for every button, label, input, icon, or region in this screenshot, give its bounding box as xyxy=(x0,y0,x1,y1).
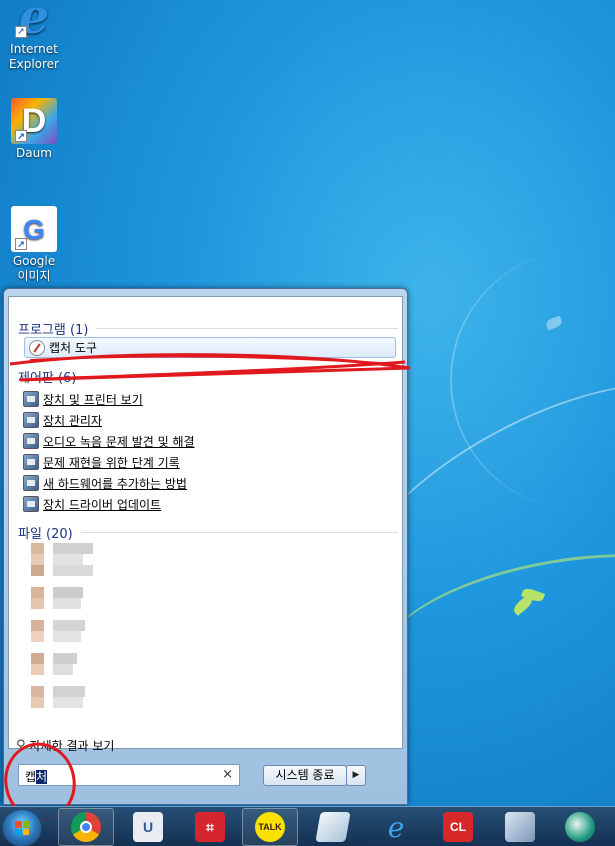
internet-explorer-icon: e ↗ xyxy=(11,0,57,41)
taskbar-control-panel[interactable] xyxy=(492,808,548,846)
daum-icon: D ↗ xyxy=(11,98,57,144)
result-label: 새 하드웨어를 추가하는 방법 xyxy=(43,476,187,491)
files-group-header[interactable]: 파일 (20) xyxy=(18,523,398,542)
desktop-icon-internet-explorer[interactable]: e ↗ Internet Explorer xyxy=(4,0,64,72)
result-label: 장치 관리자 xyxy=(43,413,103,428)
taskbar-kakaotalk[interactable]: TALK xyxy=(242,808,298,846)
chrome-icon xyxy=(71,812,101,842)
result-label: 문제 재현을 위한 단계 기록 xyxy=(43,455,180,470)
internet-explorer-icon: e xyxy=(387,810,405,844)
driver-update-icon xyxy=(23,496,39,512)
kakaotalk-icon: TALK xyxy=(255,812,285,842)
desktop-icon-label: Daum xyxy=(16,146,52,160)
result-audio-troubleshoot[interactable]: 오디오 녹음 문제 발견 및 해결 xyxy=(23,431,195,451)
control-panel-group-header[interactable]: 제어판 (6) xyxy=(18,367,138,386)
control-panel-header-label: 제어판 (6) xyxy=(18,371,77,386)
result-label: 장치 및 프린터 보기 xyxy=(43,392,143,407)
snipping-tool-icon xyxy=(29,339,45,356)
taskbar-capture-pro[interactable]: ⌗ xyxy=(182,808,238,846)
file-results-redacted xyxy=(31,543,101,728)
clear-search-icon[interactable]: × xyxy=(222,767,233,782)
files-header-label: 파일 (20) xyxy=(18,527,73,542)
desktop-icon-daum[interactable]: D ↗ Daum xyxy=(4,98,64,161)
result-snipping-tool[interactable]: 캡처 도구 xyxy=(24,337,396,358)
taskbar: U ⌗ TALK e CL xyxy=(0,806,615,846)
programs-header-label: 프로그램 (1) xyxy=(18,323,89,338)
browser-app-icon xyxy=(565,812,595,842)
result-label: 오디오 녹음 문제 발견 및 해결 xyxy=(43,434,195,449)
result-add-hardware[interactable]: 새 하드웨어를 추가하는 방법 xyxy=(23,473,187,493)
start-menu: 프로그램 (1) 캡처 도구 제어판 (6) 장치 및 프린터 보기 장치 관리… xyxy=(3,288,408,805)
taskbar-chrome[interactable] xyxy=(58,808,114,846)
taskbar-internet-explorer[interactable]: e xyxy=(368,808,424,846)
desktop-icon-label: Google xyxy=(12,254,56,268)
result-device-manager[interactable]: 장치 관리자 xyxy=(23,410,102,430)
clean-icon: CL xyxy=(443,812,473,842)
taskbar-notepad[interactable] xyxy=(305,808,361,846)
control-panel-icon xyxy=(505,812,535,842)
result-steps-recorder[interactable]: 문제 재현을 위한 단계 기록 xyxy=(23,452,180,472)
troubleshoot-icon xyxy=(23,433,39,449)
start-button[interactable] xyxy=(2,809,42,846)
start-search-input[interactable]: 캡처 × xyxy=(18,764,240,786)
capture-pro-icon: ⌗ xyxy=(195,812,225,842)
steps-recorder-icon xyxy=(23,454,39,470)
shutdown-button[interactable]: 시스템 종료 xyxy=(263,765,347,786)
taskbar-clean[interactable]: CL xyxy=(430,808,486,846)
search-text: 캡 xyxy=(25,770,37,784)
device-manager-icon xyxy=(23,412,39,428)
desktop-icon-label: Explorer xyxy=(9,57,59,71)
shortcut-arrow-icon: ↗ xyxy=(15,130,27,142)
search-results-panel: 프로그램 (1) 캡처 도구 제어판 (6) 장치 및 프린터 보기 장치 관리… xyxy=(8,296,403,753)
start-menu-bottom-bar: 캡처 × 시스템 종료 ▶ xyxy=(4,751,407,805)
programs-group-header[interactable]: 프로그램 (1) xyxy=(18,319,398,338)
taskbar-browser-app[interactable] xyxy=(552,808,608,846)
result-label: 장치 드라이버 업데이트 xyxy=(43,497,162,512)
shortcut-arrow-icon: ↗ xyxy=(15,238,27,250)
notepad-icon xyxy=(315,812,351,842)
windows-logo-icon xyxy=(15,821,29,835)
shortcut-arrow-icon: ↗ xyxy=(15,26,27,38)
result-driver-update[interactable]: 장치 드라이버 업데이트 xyxy=(23,494,161,514)
desktop-icon-google-images[interactable]: G ↗ Google 이미지 xyxy=(4,206,64,284)
search-text-selected: 처 xyxy=(36,770,48,784)
google-icon: G ↗ xyxy=(11,206,57,252)
add-hardware-icon xyxy=(23,475,39,491)
result-label: 캡처 도구 xyxy=(49,341,97,355)
desktop-icon-label: 이미지 xyxy=(17,269,51,283)
taskbar-uplus[interactable]: U xyxy=(120,808,176,846)
shutdown-options-button[interactable]: ▶ xyxy=(346,765,366,786)
uplus-icon: U xyxy=(133,812,163,842)
devices-printers-icon xyxy=(23,391,39,407)
result-devices-printers[interactable]: 장치 및 프린터 보기 xyxy=(23,389,143,409)
